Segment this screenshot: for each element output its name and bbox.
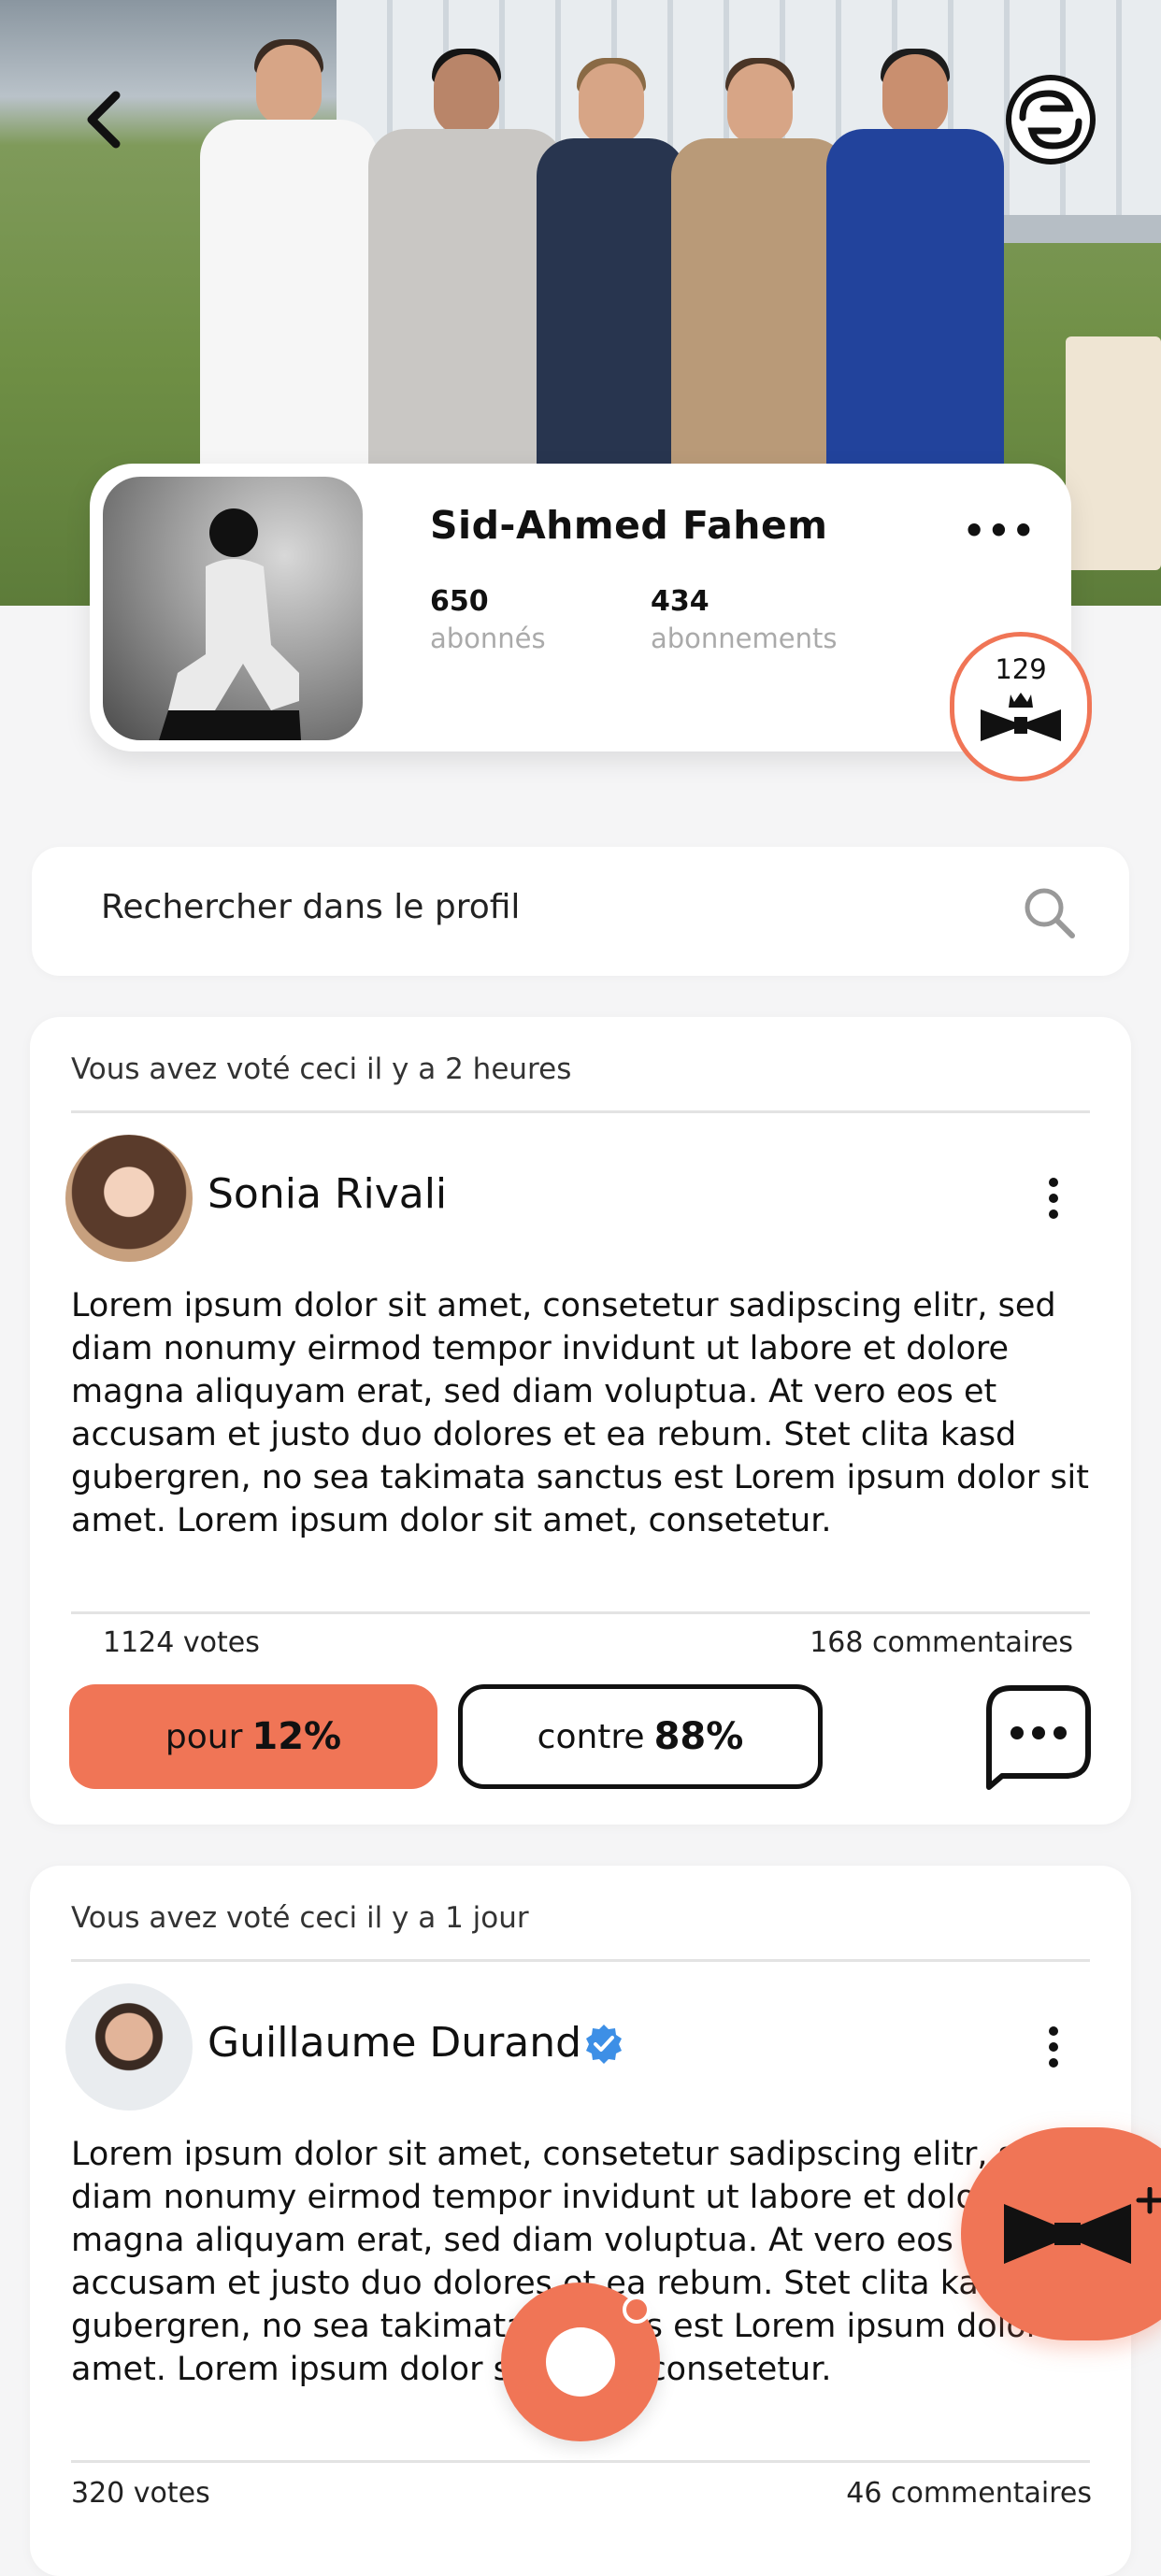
comment-bubble-icon[interactable] [983,1682,1094,1791]
votes-count: 1124 votes [103,1626,260,1659]
post-options-button[interactable] [1047,2026,1060,2068]
back-button[interactable] [82,90,123,150]
author-avatar[interactable] [65,1135,193,1262]
ribbon-plus-icon [1004,2187,1161,2264]
following-label: abonnements [651,623,838,654]
followers-label: abonnés [430,623,546,654]
chevron-left-icon [87,91,121,149]
home-center-icon [546,2327,615,2397]
post-options-button[interactable] [1047,1178,1060,1219]
new-vote-button[interactable] [961,2127,1161,2340]
profile-avatar[interactable] [103,477,363,740]
divider [71,1110,1090,1113]
divider [71,1959,1090,1962]
comments-count[interactable]: 168 commentaires [810,1626,1073,1659]
divider [71,1611,1090,1614]
cover-post [1066,336,1161,570]
profile-name: Sid-Ahmed Fahem [430,503,828,548]
badge-count: 129 [995,653,1047,685]
pour-percent: 12% [251,1715,342,1758]
contre-percent: 88% [653,1715,744,1758]
followers-count[interactable]: 650 [430,585,489,618]
post-meta: Vous avez voté ceci il y a 1 jour [71,1901,529,1935]
comments-count[interactable]: 46 commentaires [846,2477,1092,2510]
post-meta: Vous avez voté ceci il y a 2 heures [71,1052,572,1086]
crown-ribbon-icon [981,693,1061,741]
post-text: Lorem ipsum dolor sit amet, consetetur s… [71,1287,1089,1539]
vote-pour-button[interactable]: pour 12% [69,1684,437,1789]
notification-dot [623,2296,651,2324]
avatar-silhouette [159,508,301,740]
search-input[interactable]: Rechercher dans le profil [101,888,520,926]
pour-label: pour [165,1717,243,1756]
following-count[interactable]: 434 [651,585,710,618]
author-avatar[interactable] [65,1983,193,2111]
verified-badge-icon [586,2025,622,2064]
vote-badge[interactable]: 129 [950,632,1092,781]
profile-more-button[interactable]: ••• [963,510,1037,551]
search-icon[interactable] [1021,884,1077,940]
divider [71,2460,1090,2463]
vote-contre-button[interactable]: contre 88% [458,1684,823,1789]
brand-logo-icon [1019,90,1082,150]
author-name[interactable]: Guillaume Durand [208,2019,581,2067]
brand-logo-button[interactable] [1006,75,1096,165]
contre-label: contre [537,1717,645,1756]
votes-count: 320 votes [71,2477,210,2510]
author-name[interactable]: Sonia Rivali [208,1170,447,1218]
